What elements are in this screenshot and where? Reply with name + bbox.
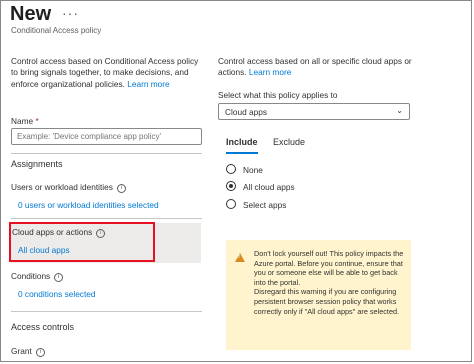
info-icon[interactable]: i	[35, 348, 45, 357]
policy-name-input[interactable]	[11, 128, 202, 145]
applies-to-value: Cloud apps	[225, 107, 267, 117]
warning-message: Don't lock yourself out! This policy imp…	[254, 249, 404, 287]
info-icon[interactable]: i	[116, 184, 126, 193]
radio-label: Select apps	[243, 200, 287, 210]
more-options-button[interactable]: ···	[62, 5, 79, 21]
radio-button[interactable]	[226, 199, 236, 209]
divider	[11, 218, 202, 219]
conditions-selection-link[interactable]: 0 conditions selected	[18, 289, 96, 299]
required-marker: *	[35, 116, 39, 126]
grant-label: Grant i	[11, 346, 45, 357]
divider	[11, 153, 202, 154]
warning-banner: ! Don't lock yourself out! This policy i…	[226, 240, 411, 350]
active-tab-indicator	[226, 152, 258, 154]
users-label-text: Users or workload identities	[11, 182, 113, 192]
conditions-label: Conditions i	[11, 271, 64, 282]
page-title: New	[10, 3, 52, 25]
grant-label-text: Grant	[11, 346, 32, 356]
left-intro: Control access based on Conditional Acce…	[11, 56, 201, 90]
chevron-down-icon: ⌄	[396, 106, 403, 115]
applies-to-label: Select what this policy applies to	[218, 90, 338, 100]
warning-icon: !	[235, 253, 245, 262]
users-selection-link[interactable]: 0 users or workload identities selected	[18, 200, 159, 210]
name-label-text: Name	[11, 116, 34, 126]
access-controls-heading: Access controls	[11, 322, 75, 332]
highlight-box	[9, 222, 155, 262]
right-intro: Control access based on all or specific …	[218, 56, 428, 79]
radio-button[interactable]	[226, 164, 236, 174]
page-subtitle: Conditional Access policy	[11, 26, 102, 35]
right-intro-text: Control access based on all or specific …	[218, 56, 412, 78]
radio-label: All cloud apps	[243, 182, 295, 192]
name-label: Name *	[11, 116, 39, 126]
conditions-label-text: Conditions	[11, 271, 51, 281]
tab-exclude[interactable]: Exclude	[273, 137, 305, 147]
warning-message-secondary: Disregard this warning if you are config…	[254, 287, 400, 316]
radio-label: None	[243, 165, 263, 175]
left-intro-text: Control access based on Conditional Acce…	[11, 56, 199, 89]
info-icon[interactable]: i	[54, 273, 64, 282]
tab-include[interactable]: Include	[226, 137, 258, 147]
radio-button-checked[interactable]	[226, 181, 236, 191]
assignments-heading: Assignments	[11, 159, 63, 169]
applies-to-select[interactable]: Cloud apps ⌄	[218, 103, 410, 120]
left-learn-more-link[interactable]: Learn more	[127, 79, 169, 89]
users-label: Users or workload identities i	[11, 182, 126, 193]
warning-text: Don't lock yourself out! This policy imp…	[254, 249, 404, 316]
divider	[11, 311, 202, 312]
right-learn-more-link[interactable]: Learn more	[249, 67, 291, 77]
